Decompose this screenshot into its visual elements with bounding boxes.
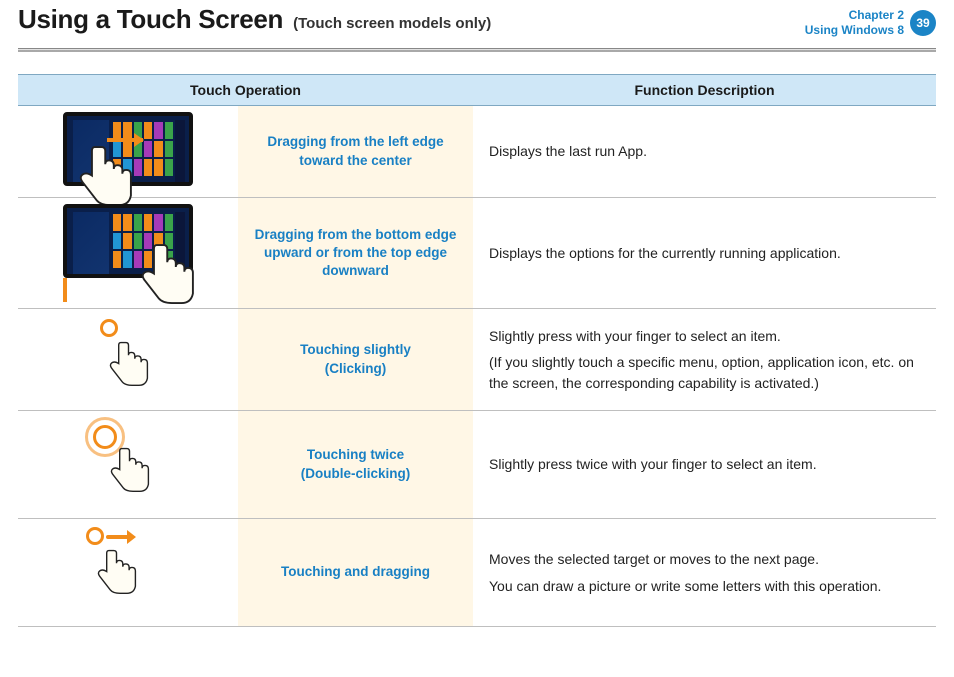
page-number-badge: 39: [910, 10, 936, 36]
gesture-illustration-cell: [18, 106, 238, 198]
operation-description: Moves the selected target or moves to th…: [473, 519, 936, 627]
operation-description: Slightly press with your finger to selec…: [473, 309, 936, 411]
gesture-illustration-cell: [18, 198, 238, 309]
operation-name-line1: Touching slightly: [248, 341, 463, 359]
chapter-info: Chapter 2 Using Windows 8 39: [805, 4, 936, 38]
operation-description: Slightly press twice with your finger to…: [473, 411, 936, 519]
page-header: Using a Touch Screen (Touch screen model…: [18, 0, 936, 38]
operation-description: Displays the options for the currently r…: [473, 198, 936, 309]
operation-name-line2: (Clicking): [248, 360, 463, 378]
gesture-drag-icon: [78, 531, 178, 617]
hand-pointing-icon: [90, 325, 160, 405]
description-text: Slightly press twice with your finger to…: [489, 454, 920, 474]
description-text: Moves the selected target or moves to th…: [489, 549, 920, 569]
description-text: Displays the options for the currently r…: [489, 243, 920, 263]
table-row: Dragging from the left edge toward the c…: [18, 106, 936, 198]
table-row: Touching slightly (Clicking) Slightly pr…: [18, 309, 936, 411]
page-subtitle: (Touch screen models only): [293, 15, 491, 32]
col-header-touch-operation: Touch Operation: [18, 75, 473, 106]
operation-name: Touching twice (Double-clicking): [238, 411, 473, 519]
gesture-illustration-cell: [18, 519, 238, 627]
gesture-drag-bottom-edge-icon: [63, 204, 193, 302]
description-text: Slightly press with your finger to selec…: [489, 326, 920, 346]
touch-operations-table: Touch Operation Function Description: [18, 74, 936, 627]
operation-name: Dragging from the left edge toward the c…: [238, 106, 473, 198]
gesture-tap-icon: [88, 321, 168, 401]
gesture-illustration-cell: [18, 411, 238, 519]
page: Using a Touch Screen (Touch screen model…: [0, 0, 954, 677]
hand-pointing-icon: [78, 533, 148, 613]
arrow-up-icon: [63, 278, 67, 302]
hand-pointing-icon: [91, 431, 161, 511]
chapter-line-2: Using Windows 8: [805, 23, 904, 38]
gesture-drag-left-edge-icon: [63, 112, 193, 186]
table-row: Touching twice (Double-clicking) Slightl…: [18, 411, 936, 519]
hand-pointing-icon: [115, 228, 210, 323]
operation-name: Touching slightly (Clicking): [238, 309, 473, 411]
operation-name: Dragging from the bottom edge upward or …: [238, 198, 473, 309]
description-text: You can draw a picture or write some let…: [489, 576, 920, 596]
operation-name-line1: Touching twice: [248, 446, 463, 464]
operation-name-line2: (Double-clicking): [248, 465, 463, 483]
table-row: Touching and dragging Moves the selected…: [18, 519, 936, 627]
table-row: Dragging from the bottom edge upward or …: [18, 198, 936, 309]
chapter-line-1: Chapter 2: [849, 8, 904, 23]
description-text: Displays the last run App.: [489, 141, 920, 161]
page-title: Using a Touch Screen: [18, 4, 283, 35]
operation-name: Touching and dragging: [238, 519, 473, 627]
col-header-function-description: Function Description: [473, 75, 936, 106]
operation-description: Displays the last run App.: [473, 106, 936, 198]
chapter-lines: Chapter 2 Using Windows 8: [805, 8, 904, 38]
title-wrap: Using a Touch Screen (Touch screen model…: [18, 4, 491, 35]
description-text: (If you slightly touch a specific menu, …: [489, 352, 920, 393]
header-divider: [18, 48, 936, 52]
gesture-double-tap-icon: [83, 423, 173, 509]
